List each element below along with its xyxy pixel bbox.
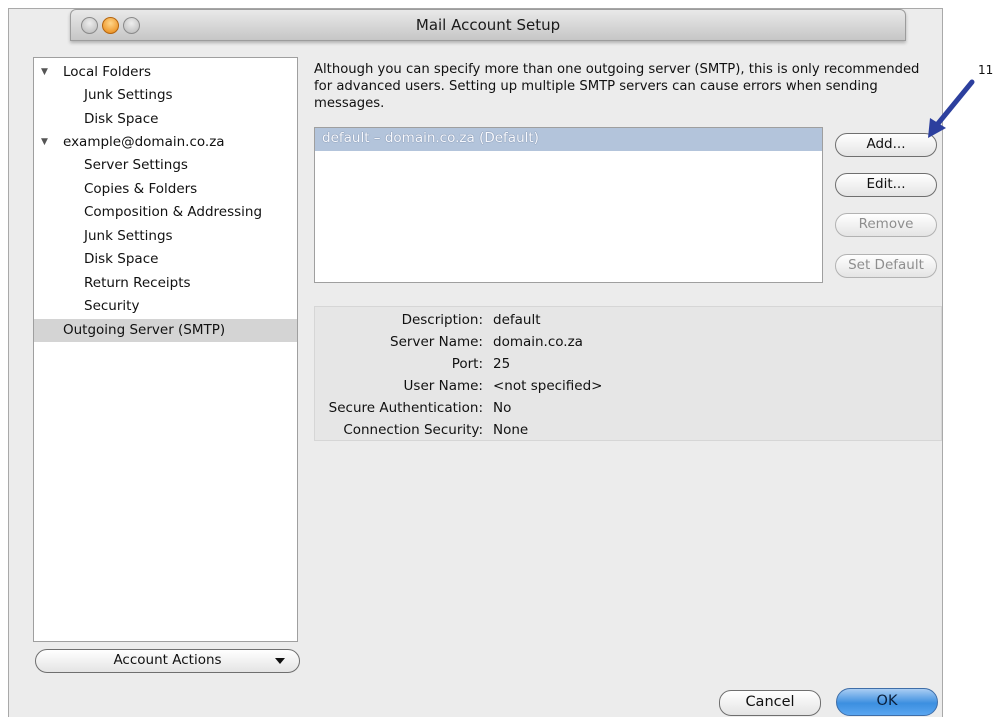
detail-label: Port: (451, 356, 483, 372)
callout-arrow-icon (928, 79, 975, 138)
tree-item-label: Return Receipts (84, 275, 191, 291)
tree-item-copies-folders[interactable]: Copies & Folders (34, 178, 297, 201)
window-title: Mail Account Setup (415, 16, 561, 34)
remove-button[interactable]: Remove (835, 213, 937, 237)
tree-item-outgoing-server[interactable]: Outgoing Server (SMTP) (34, 319, 297, 342)
detail-value: No (493, 400, 512, 416)
detail-label: Description: (401, 312, 483, 328)
set-default-button[interactable]: Set Default (835, 254, 937, 278)
tree-item-label: Composition & Addressing (84, 204, 263, 220)
tree-item-composition-addressing[interactable]: Composition & Addressing (34, 201, 297, 224)
tree-item-disk-space[interactable]: Disk Space (34, 108, 297, 131)
smtp-server-list[interactable]: default – domain.co.za (Default) (314, 127, 823, 283)
tree-item-label: Server Settings (84, 157, 188, 173)
tree-item-account[interactable]: ▼ example@domain.co.za (34, 131, 297, 154)
server-entry-label: default – domain.co.za (Default) (322, 130, 539, 146)
tree-item-label: Local Folders (63, 64, 152, 80)
tree-item-label: Security (84, 298, 140, 314)
server-details-panel: Description: default Server Name: domain… (314, 306, 942, 441)
account-tree[interactable]: ▼ Local Folders Junk Settings Disk Space… (33, 57, 298, 642)
detail-value: None (493, 422, 529, 438)
detail-label: Connection Security: (343, 422, 483, 438)
disclosure-triangle-icon[interactable]: ▼ (41, 61, 48, 84)
tree-item-disk-space-account[interactable]: Disk Space (34, 248, 297, 271)
tree-item-label: Outgoing Server (SMTP) (63, 322, 226, 338)
detail-value: domain.co.za (493, 334, 583, 350)
tree-item-local-folders[interactable]: ▼ Local Folders (34, 61, 297, 84)
tree-item-junk-settings-account[interactable]: Junk Settings (34, 225, 297, 248)
detail-label: Server Name: (390, 334, 483, 350)
detail-value: <not specified> (493, 378, 603, 394)
tree-item-label: Copies & Folders (84, 181, 198, 197)
cancel-button[interactable]: Cancel (719, 690, 821, 716)
tree-item-label: Junk Settings (84, 87, 173, 103)
tree-item-server-settings[interactable]: Server Settings (34, 154, 297, 177)
list-item[interactable]: default – domain.co.za (Default) (315, 128, 822, 151)
ok-button[interactable]: OK (836, 688, 938, 716)
tree-item-label: Disk Space (84, 111, 159, 127)
tree-item-label: Disk Space (84, 251, 159, 267)
detail-value: 25 (493, 356, 511, 372)
disclosure-triangle-icon[interactable]: ▼ (41, 131, 48, 154)
tree-item-security[interactable]: Security (34, 295, 297, 318)
tree-item-return-receipts[interactable]: Return Receipts (34, 272, 297, 295)
chevron-down-icon (275, 658, 285, 664)
title-bar[interactable]: Mail Account Setup (70, 9, 906, 41)
detail-label: Secure Authentication: (328, 400, 483, 416)
detail-value: default (493, 312, 541, 328)
tree-item-label: example@domain.co.za (63, 134, 225, 150)
smtp-description: Although you can specify more than one o… (314, 62, 920, 111)
account-actions-button[interactable]: Account Actions (35, 649, 300, 673)
edit-button[interactable]: Edit... (835, 173, 937, 197)
tree-item-label: Junk Settings (84, 228, 173, 244)
tree-item-junk-settings[interactable]: Junk Settings (34, 84, 297, 107)
detail-label: User Name: (403, 378, 483, 394)
account-actions-label: Account Actions (113, 652, 222, 668)
